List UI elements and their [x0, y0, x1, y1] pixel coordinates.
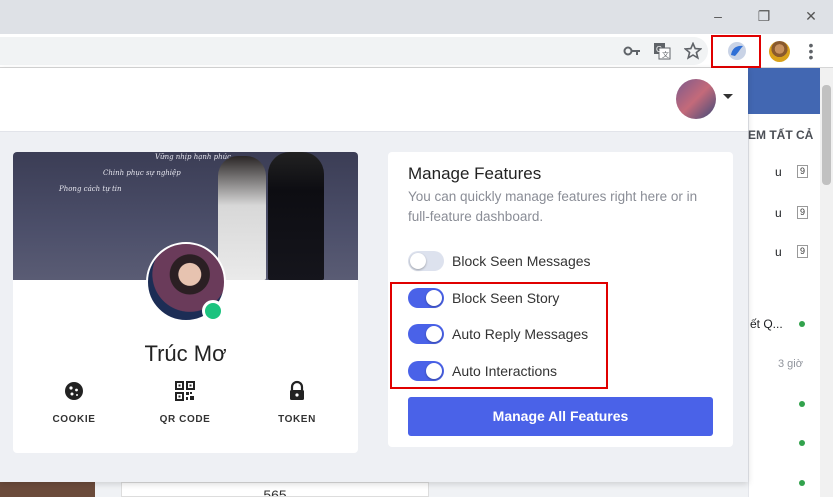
list-item[interactable]: u — [775, 165, 782, 179]
toggle-switch[interactable] — [408, 251, 444, 271]
feature-label: Block Seen Messages — [452, 253, 591, 269]
browser-toolbar: G 文 • • • — [0, 34, 833, 68]
online-indicator — [799, 321, 805, 327]
cookie-icon — [65, 382, 83, 400]
cover-caption: Vững nhịp hạnh phúc — [155, 153, 232, 161]
key-icon[interactable] — [623, 42, 641, 60]
list-item[interactable]: ết Q... — [750, 317, 783, 331]
minimize-icon[interactable]: – — [706, 6, 730, 26]
restore-icon[interactable]: ❐ — [752, 6, 776, 26]
count-badge: 9 — [797, 206, 808, 219]
token-button[interactable]: TOKEN — [252, 376, 342, 436]
cover-caption: Chinh phục sự nghiệp — [103, 169, 181, 177]
extension-popup: Vững nhịp hạnh phúc Chinh phục sự nghiệp… — [0, 68, 748, 482]
scrollbar-thumb[interactable] — [822, 85, 831, 185]
popup-header — [0, 68, 748, 132]
features-description: You can quickly manage features right he… — [408, 189, 698, 224]
qr-code-icon — [175, 381, 195, 401]
toggle-knob — [410, 253, 426, 269]
star-icon[interactable] — [684, 42, 702, 60]
bottom-number: 565 — [263, 487, 287, 497]
close-icon[interactable]: ✕ — [799, 6, 823, 26]
fb-header-bar — [748, 68, 820, 114]
see-all-link[interactable]: EM TẤT CẢ — [748, 128, 813, 142]
online-indicator — [799, 401, 805, 407]
list-item[interactable]: u — [775, 245, 782, 259]
qr-code-label: QR CODE — [159, 414, 211, 425]
timestamp: 3 giờ — [778, 358, 803, 370]
chevron-down-icon[interactable] — [723, 94, 733, 99]
online-indicator — [799, 440, 805, 446]
user-avatar[interactable] — [676, 79, 716, 119]
cover-person — [268, 152, 324, 280]
profile-card: Vững nhịp hạnh phúc Chinh phục sự nghiệp… — [13, 152, 358, 453]
cover-caption: Phong cách tự tin — [59, 185, 122, 193]
profile-avatar[interactable] — [769, 41, 790, 62]
list-item[interactable]: u — [775, 206, 782, 220]
menu-dots-icon[interactable]: • • • — [807, 38, 815, 64]
cover-person — [218, 156, 266, 280]
browser-titlebar: – ❐ ✕ — [0, 0, 833, 34]
token-label: TOKEN — [278, 414, 316, 425]
count-badge: 9 — [797, 245, 808, 258]
translate-icon[interactable]: G 文 — [653, 42, 671, 60]
lock-icon — [290, 380, 304, 400]
qr-code-button[interactable]: QR CODE — [140, 376, 230, 436]
fb-bottom-card: 565 — [121, 482, 429, 497]
svg-text:文: 文 — [662, 50, 669, 59]
online-status-dot — [202, 300, 224, 322]
address-bar[interactable] — [0, 37, 708, 65]
cookie-label: COOKIE — [52, 414, 96, 425]
count-badge: 9 — [797, 165, 808, 178]
profile-name: Trúc Mơ — [144, 341, 227, 366]
fb-photo-thumb — [0, 482, 95, 497]
cookie-button[interactable]: COOKIE — [29, 376, 119, 436]
manage-all-features-button[interactable]: Manage All Features — [408, 397, 713, 436]
online-indicator — [799, 480, 805, 486]
features-highlight — [390, 282, 608, 389]
feature-block-seen-messages[interactable]: Block Seen Messages — [408, 249, 708, 273]
extension-highlight — [711, 35, 761, 68]
features-title: Manage Features — [408, 164, 542, 183]
